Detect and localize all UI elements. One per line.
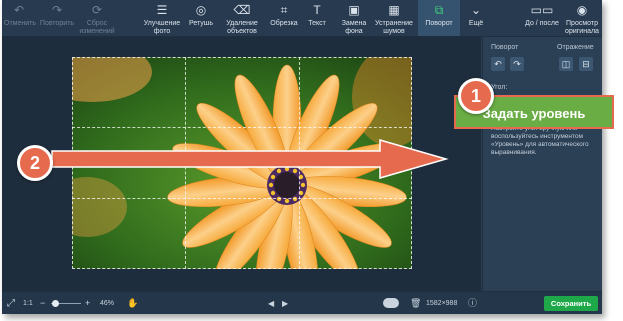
callout-arrow xyxy=(51,139,449,179)
callout-badge-2: 2 xyxy=(17,145,53,181)
callout-badge-1: 1 xyxy=(458,78,494,114)
